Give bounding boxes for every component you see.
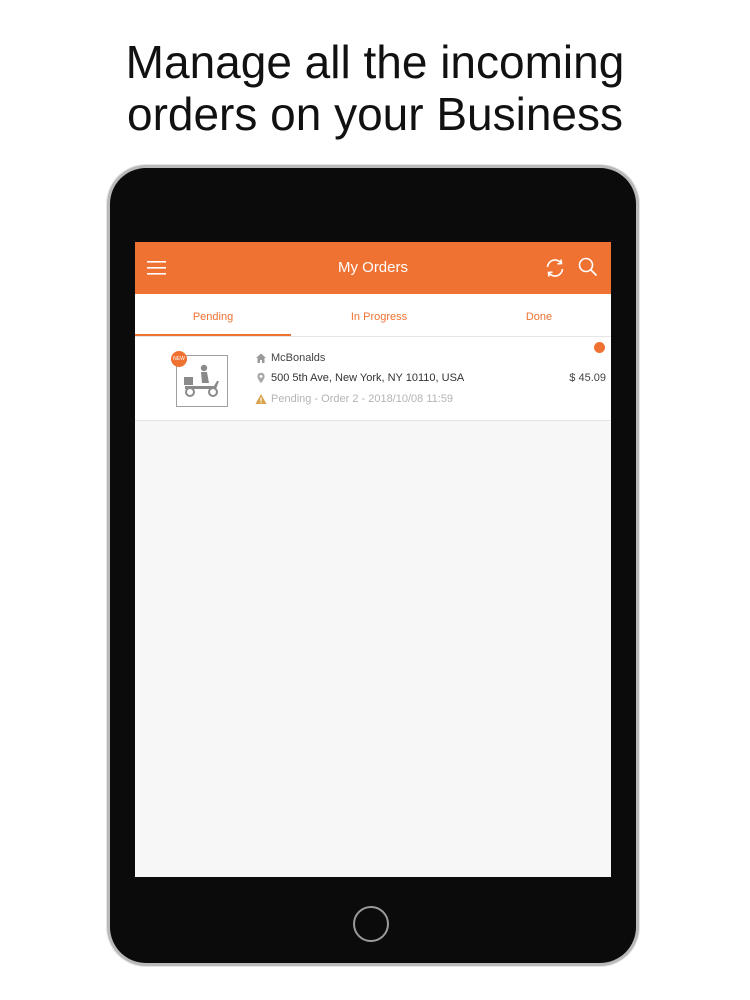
search-icon[interactable] [577,256,599,278]
promo-headline: Manage all the incoming orders on your B… [0,36,750,140]
order-list-item[interactable]: NEW McBonalds 500 5th Ave, New York, NY … [135,337,611,421]
order-tabs: Pending In Progress Done [135,294,611,337]
warning-icon [255,394,267,404]
tab-done[interactable]: Done [467,294,611,336]
app-bar: My Orders [135,242,611,294]
tablet-home-button[interactable] [353,906,389,942]
page-title: My Orders [337,259,408,276]
tab-in-progress[interactable]: In Progress [291,294,467,336]
home-icon [256,353,266,363]
order-status: Pending - Order 2 - 2018/10/08 11:59 [271,393,454,405]
delivery-scooter-icon [184,364,219,397]
location-pin-icon [257,372,265,384]
order-address: 500 5th Ave, New York, NY 10110, USA [271,372,465,384]
refresh-icon[interactable] [543,256,567,280]
order-business-name: McBonalds [271,352,326,364]
headline-line-2: orders on your Business [126,88,624,140]
unread-indicator [594,342,605,353]
new-badge: NEW [171,351,187,367]
tablet-frame: My Orders Pending In Progress Done NEW M… [110,168,636,963]
order-price: $ 45.09 [569,372,606,384]
tab-pending[interactable]: Pending [135,294,291,336]
headline-line-1: Manage all the incoming [125,36,625,88]
active-tab-indicator [135,334,291,336]
app-screen: My Orders Pending In Progress Done NEW M… [135,242,611,877]
